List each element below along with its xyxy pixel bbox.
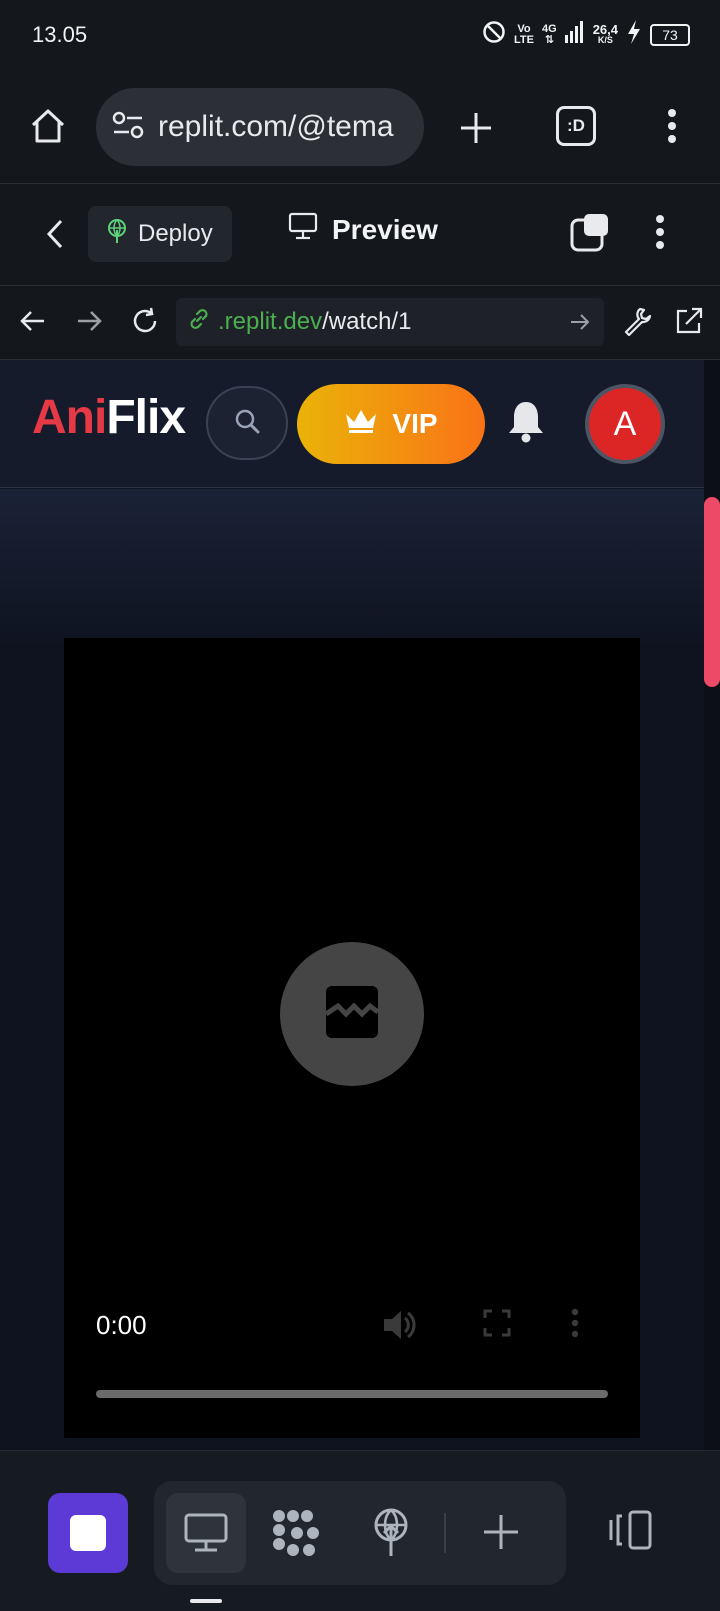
preview-tab[interactable]: Preview (288, 212, 438, 247)
site-header: AniFlix VIP A (0, 360, 704, 488)
browser-toolbar: replit.com/@tema :D (0, 74, 720, 184)
preview-monitor-icon (288, 212, 318, 247)
panels-icon[interactable] (606, 1505, 656, 1555)
status-time: 13.05 (32, 22, 88, 47)
more-icon[interactable] (648, 210, 672, 254)
do-not-disturb-icon (482, 20, 506, 49)
broken-media-icon (324, 984, 380, 1045)
replit-toolbar: Deploy Preview (0, 184, 720, 286)
preview-label: Preview (332, 213, 438, 245)
search-button[interactable] (206, 386, 288, 460)
more-vertical-icon[interactable] (570, 1308, 580, 1343)
webview-page: AniFlix VIP A 0:00 (0, 360, 704, 1450)
tool-switcher (154, 1481, 566, 1585)
home-indicator (190, 1599, 222, 1603)
video-current-time: 0:00 (96, 1310, 147, 1340)
webview-url-field[interactable]: .replit.dev/watch/1 (176, 298, 604, 346)
arrow-back-icon[interactable] (18, 306, 48, 336)
webview-url-domain: .replit.dev (218, 308, 323, 335)
plus-icon[interactable] (478, 1509, 524, 1555)
status-icons: Vo LTE 4G ⇅ 26,4 K/S 73 (482, 20, 690, 49)
scrollbar-thumb[interactable] (704, 497, 720, 687)
vip-label: VIP (392, 408, 438, 439)
bell-icon[interactable] (506, 398, 546, 449)
network-4g: 4G ⇅ (542, 22, 557, 46)
crown-icon (344, 408, 378, 441)
site-settings-icon[interactable] (112, 111, 144, 144)
stop-button[interactable] (48, 1493, 128, 1573)
site-logo[interactable]: AniFlix (32, 390, 186, 445)
open-external-icon[interactable] (672, 304, 706, 338)
replit-bottom-bar (0, 1450, 720, 1611)
search-icon (233, 407, 261, 440)
monitor-icon[interactable] (178, 1507, 234, 1559)
status-bar: 13.05 Vo LTE 4G ⇅ 26,4 K/S 73 (0, 0, 720, 74)
deploy-icon (106, 218, 128, 251)
reload-icon[interactable] (128, 304, 162, 338)
video-progress-bar[interactable] (96, 1390, 608, 1398)
divider (444, 1513, 446, 1553)
avatar[interactable]: A (585, 384, 665, 464)
network-volte: Vo LTE (514, 22, 534, 46)
charging-icon (626, 20, 642, 49)
video-error-indicator (280, 942, 424, 1086)
go-icon[interactable] (570, 311, 590, 339)
address-text: replit.com/@tema (158, 110, 394, 143)
new-tab-icon[interactable] (454, 106, 498, 150)
deploy-button[interactable]: Deploy (88, 206, 232, 262)
webview-nav: .replit.dev/watch/1 (0, 286, 720, 360)
link-icon (186, 306, 212, 339)
deploy-globe-icon[interactable] (366, 1505, 416, 1561)
video-player[interactable]: 0:00 (64, 638, 640, 1438)
address-bar[interactable]: replit.com/@tema (96, 88, 424, 166)
volume-icon[interactable] (382, 1308, 418, 1347)
stop-icon (70, 1515, 106, 1551)
network-speed: 26,4 K/S (592, 21, 618, 45)
tab-switcher-icon[interactable]: :D (556, 106, 596, 146)
home-icon[interactable] (26, 104, 70, 148)
back-icon[interactable] (40, 214, 70, 254)
deploy-label: Deploy (138, 220, 213, 247)
arrow-forward-icon[interactable] (74, 306, 104, 336)
vip-button[interactable]: VIP (297, 384, 485, 464)
wrench-icon[interactable] (620, 304, 654, 338)
agent-dots-icon[interactable] (268, 1505, 324, 1561)
fullscreen-icon[interactable] (482, 1308, 512, 1343)
copy-windows-icon[interactable] (568, 210, 612, 254)
battery-icon: 73 (650, 23, 690, 46)
signal-icon (564, 21, 585, 48)
webview-url-path: /watch/1 (322, 308, 412, 335)
page-background (0, 489, 704, 649)
menu-icon[interactable] (660, 104, 684, 148)
